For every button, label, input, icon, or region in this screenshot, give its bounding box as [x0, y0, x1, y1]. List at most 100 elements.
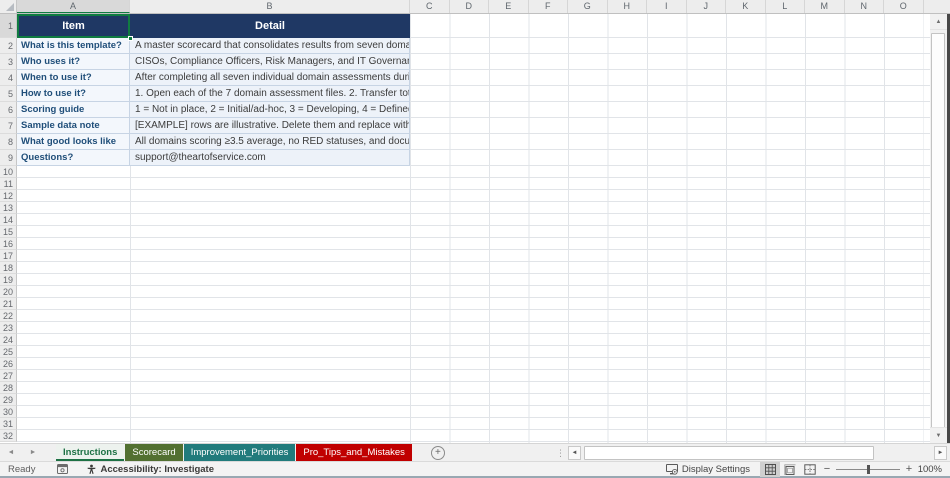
column-header-j[interactable]: J	[687, 0, 727, 13]
zoom-in-button[interactable]: +	[902, 463, 916, 475]
detail-cell[interactable]: [EXAMPLE] rows are illustrative. Delete …	[130, 118, 410, 134]
row-header[interactable]: 9	[0, 150, 17, 166]
column-header-c[interactable]: C	[410, 0, 450, 13]
tab-scorecard[interactable]: Scorecard	[125, 444, 182, 461]
column-header-o[interactable]: O	[884, 0, 924, 13]
tab-scroll-divider[interactable]: ⋮	[556, 446, 565, 460]
row-header[interactable]: 30	[0, 406, 17, 418]
row-header[interactable]: 18	[0, 262, 17, 274]
row-header[interactable]: 1	[0, 14, 17, 38]
column-header-d[interactable]: D	[450, 0, 490, 13]
empty-cells[interactable]	[410, 118, 930, 134]
tab-improvement-priorities[interactable]: Improvement_Priorities	[184, 444, 296, 461]
tab-nav-left-icon[interactable]: ◄	[0, 444, 22, 461]
empty-cells[interactable]	[17, 310, 930, 322]
tab-instructions[interactable]: Instructions	[56, 444, 124, 461]
row-header[interactable]: 24	[0, 334, 17, 346]
empty-cells[interactable]	[17, 370, 930, 382]
empty-cells[interactable]	[17, 382, 930, 394]
display-settings-button[interactable]: Display Settings	[656, 464, 760, 475]
add-sheet-button[interactable]: +	[431, 446, 445, 460]
detail-cell[interactable]: 1 = Not in place, 2 = Initial/ad-hoc, 3 …	[130, 102, 410, 118]
empty-cells[interactable]	[17, 214, 930, 226]
scroll-up-icon[interactable]: ▲	[930, 14, 947, 30]
item-cell[interactable]: Scoring guide	[17, 102, 130, 118]
zoom-slider[interactable]	[836, 469, 900, 470]
row-header[interactable]: 2	[0, 38, 17, 54]
normal-view-button[interactable]	[760, 462, 780, 477]
detail-cell[interactable]: After completing all seven individual do…	[130, 70, 410, 86]
row-header[interactable]: 21	[0, 298, 17, 310]
item-cell[interactable]: When to use it?	[17, 70, 130, 86]
empty-cells[interactable]	[17, 418, 930, 430]
column-header-g[interactable]: G	[568, 0, 608, 13]
row-header[interactable]: 15	[0, 226, 17, 238]
accessibility-status[interactable]: Accessibility: Investigate	[86, 464, 214, 475]
row-header[interactable]: 25	[0, 346, 17, 358]
empty-cells[interactable]	[17, 394, 930, 406]
column-header-n[interactable]: N	[845, 0, 885, 13]
macro-record-icon[interactable]	[57, 464, 68, 474]
item-cell[interactable]: What good looks like	[17, 134, 130, 150]
column-header-h[interactable]: H	[608, 0, 648, 13]
empty-cells[interactable]	[17, 358, 930, 370]
empty-cells[interactable]	[17, 406, 930, 418]
item-cell[interactable]: What is this template?	[17, 38, 130, 54]
zoom-out-button[interactable]: −	[820, 463, 834, 475]
column-header-l[interactable]: L	[766, 0, 806, 13]
item-cell[interactable]: How to use it?	[17, 86, 130, 102]
column-header-k[interactable]: K	[726, 0, 766, 13]
item-cell[interactable]: Who uses it?	[17, 54, 130, 70]
scroll-left-icon[interactable]: ◄	[568, 446, 581, 460]
empty-cells[interactable]	[410, 134, 930, 150]
empty-cells[interactable]	[17, 334, 930, 346]
row-header[interactable]: 13	[0, 202, 17, 214]
empty-cells[interactable]	[410, 150, 930, 166]
row-header[interactable]: 20	[0, 286, 17, 298]
row-header[interactable]: 22	[0, 310, 17, 322]
empty-cells[interactable]	[17, 166, 930, 178]
column-header-f[interactable]: F	[529, 0, 569, 13]
row-header[interactable]: 32	[0, 430, 17, 442]
row-header[interactable]: 28	[0, 382, 17, 394]
empty-cells[interactable]	[17, 250, 930, 262]
row-header[interactable]: 8	[0, 134, 17, 150]
page-break-view-button[interactable]	[800, 462, 820, 477]
empty-cells[interactable]	[410, 86, 930, 102]
row-header[interactable]: 6	[0, 102, 17, 118]
zoom-slider-thumb[interactable]	[867, 465, 870, 474]
row-header[interactable]: 23	[0, 322, 17, 334]
empty-cells[interactable]	[17, 298, 930, 310]
item-cell[interactable]: Sample data note	[17, 118, 130, 134]
column-header-m[interactable]: M	[805, 0, 845, 13]
page-layout-view-button[interactable]	[780, 462, 800, 477]
empty-cells[interactable]	[17, 238, 930, 250]
tab-pro-tips-and-mistakes[interactable]: Pro_Tips_and_Mistakes	[296, 444, 412, 461]
row-header[interactable]: 29	[0, 394, 17, 406]
row-header[interactable]: 12	[0, 190, 17, 202]
row-header[interactable]: 7	[0, 118, 17, 134]
scroll-right-icon[interactable]: ►	[934, 446, 947, 460]
vertical-scrollbar-thumb[interactable]	[931, 33, 945, 437]
row-header[interactable]: 14	[0, 214, 17, 226]
empty-cells[interactable]	[17, 178, 930, 190]
empty-cells[interactable]	[17, 286, 930, 298]
row-header[interactable]: 11	[0, 178, 17, 190]
empty-cells[interactable]	[17, 322, 930, 334]
vertical-scrollbar[interactable]: ▲ ▼	[930, 14, 947, 443]
row-header[interactable]: 26	[0, 358, 17, 370]
row-header[interactable]: 5	[0, 86, 17, 102]
empty-cells[interactable]	[410, 70, 930, 86]
empty-cells[interactable]	[410, 38, 930, 54]
detail-cell[interactable]: support@theartofservice.com	[130, 150, 410, 166]
column-header-i[interactable]: I	[647, 0, 687, 13]
empty-cells[interactable]	[17, 430, 930, 442]
detail-cell[interactable]: A master scorecard that consolidates res…	[130, 38, 410, 54]
empty-cells[interactable]	[17, 262, 930, 274]
empty-cells[interactable]	[410, 14, 930, 38]
row-header[interactable]: 27	[0, 370, 17, 382]
detail-cell[interactable]: 1. Open each of the 7 domain assessment …	[130, 86, 410, 102]
empty-cells[interactable]	[410, 102, 930, 118]
scroll-down-icon[interactable]: ▼	[930, 427, 947, 443]
empty-cells[interactable]	[17, 346, 930, 358]
